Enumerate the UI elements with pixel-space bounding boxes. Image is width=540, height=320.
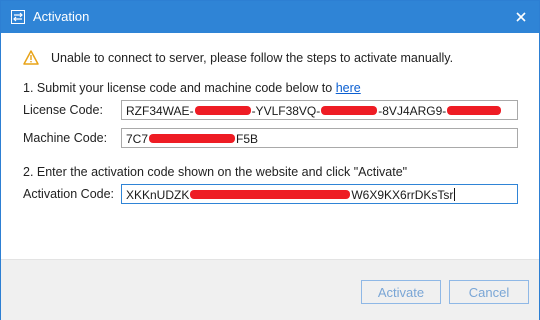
text-caret: [454, 188, 456, 201]
machine-code-field[interactable]: 7C7 F5B: [121, 128, 518, 148]
warning-message: Unable to connect to server, please foll…: [51, 51, 454, 65]
close-button[interactable]: [503, 1, 539, 33]
redaction-mark: [149, 134, 236, 143]
dialog-footer: Activate Cancel: [1, 259, 539, 320]
license-part-2: -YVLF38VQ-: [251, 103, 321, 118]
redaction-mark: [190, 190, 351, 199]
activation-code-label: Activation Code:: [23, 187, 115, 201]
license-code-field[interactable]: RZF34WAE- -YVLF38VQ- -8VJ4ARG9-: [121, 100, 518, 120]
window-title: Activation: [33, 9, 90, 24]
title-bar: Activation: [1, 1, 539, 33]
step1-instruction: 1. Submit your license code and machine …: [23, 81, 361, 95]
redaction-mark: [194, 106, 251, 115]
swap-arrows-icon: [11, 10, 25, 24]
warning-triangle-icon: [23, 50, 39, 65]
step2-instruction: 2. Enter the activation code shown on th…: [23, 165, 408, 179]
activate-button[interactable]: Activate: [361, 280, 441, 304]
activation-dialog: Activation Unable to connect to server, …: [0, 0, 540, 320]
machine-suffix: F5B: [236, 131, 259, 146]
activation-prefix: XKKnUDZK: [126, 187, 190, 202]
here-link[interactable]: here: [336, 81, 361, 95]
machine-code-label: Machine Code:: [23, 131, 108, 145]
license-part-1: RZF34WAE-: [126, 103, 194, 118]
activation-suffix: W6X9KX6rrDKsTsr: [351, 187, 454, 202]
redaction-mark: [447, 106, 502, 115]
close-icon: [516, 12, 526, 22]
step1-text: 1. Submit your license code and machine …: [23, 81, 333, 95]
license-code-label: License Code:: [23, 103, 103, 117]
activation-code-input[interactable]: XKKnUDZK W6X9KX6rrDKsTsr: [121, 184, 518, 204]
machine-prefix: 7C7: [126, 131, 149, 146]
redaction-mark: [321, 106, 378, 115]
license-part-3: -8VJ4ARG9-: [378, 103, 447, 118]
cancel-button[interactable]: Cancel: [449, 280, 529, 304]
